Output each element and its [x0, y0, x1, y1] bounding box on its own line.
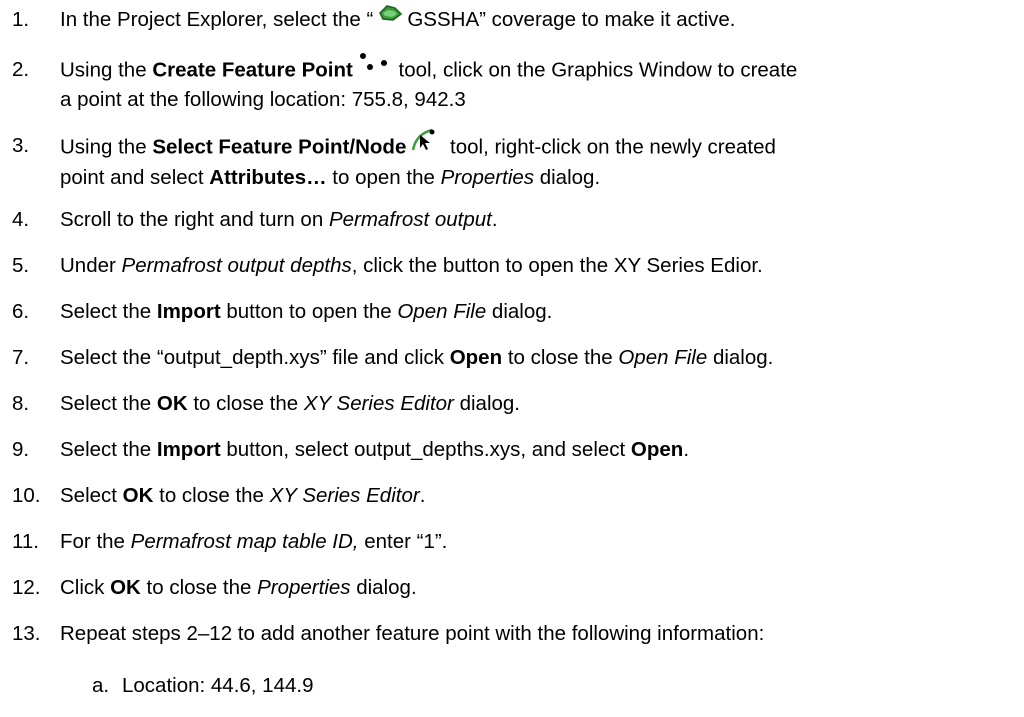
tool-name: Create Feature Point [152, 58, 353, 82]
create-feature-point-icon [357, 52, 389, 82]
step-text: to close the [502, 346, 619, 369]
step-number: 13. [12, 622, 41, 645]
button-name: OK [156, 392, 188, 415]
step-text: Select the [60, 438, 157, 461]
step-number: 2. [12, 58, 30, 81]
step-number: 7. [12, 346, 30, 369]
step-text: button to open the [220, 300, 398, 323]
step-text: enter “1”. [358, 530, 448, 553]
step-number: 6. [12, 300, 30, 323]
step-number: 3. [12, 134, 30, 157]
select-feature-point-icon [410, 128, 440, 160]
button-name: OK [110, 576, 141, 599]
step-text-post: tool, click on the Graphics Window to cr… [392, 58, 798, 82]
step-text: to close the [187, 392, 304, 415]
step-text: Select the “output_depth.xys” file and c… [60, 346, 450, 369]
step-text: . [683, 438, 690, 461]
option-name: Permafrost output [328, 208, 492, 231]
step-text: dialog. [486, 300, 553, 323]
step-text: dialog. [707, 346, 774, 369]
step-text: Select [60, 484, 123, 507]
field-name: Permafrost map table ID, [130, 530, 359, 553]
step-number: 11. [12, 530, 39, 553]
button-name: Open [630, 438, 684, 461]
step-text: button, select output_depths.xys, and se… [220, 438, 631, 461]
step-number: 10. [12, 484, 41, 507]
step-number: 5. [12, 254, 30, 277]
step-text: point and select [60, 166, 210, 189]
step-text: . [419, 484, 426, 507]
step-text: Click [60, 576, 111, 599]
step-text-post: tool, right-click on the newly created [444, 135, 776, 159]
step-text: Select the [60, 300, 157, 323]
step-number: 4. [12, 208, 30, 231]
step-text: dialog. [534, 166, 601, 189]
button-name: Open [449, 346, 503, 369]
step-text: Under [60, 254, 122, 277]
step-text: dialog. [453, 392, 520, 415]
step-text: Using the [60, 58, 153, 82]
dialog-name: Open File [397, 300, 487, 323]
button-name: Import [156, 438, 221, 461]
step-text: Select the [60, 392, 157, 415]
substep-text: Location: 44.6, 144.9 [122, 674, 314, 697]
step-text: Repeat steps 2–12 to add another feature… [60, 622, 765, 645]
dialog-name: Open File [618, 346, 708, 369]
gssha-coverage-icon [377, 3, 403, 31]
option-name: Permafrost output depths [121, 254, 352, 277]
step-text: to close the [153, 484, 270, 507]
menu-item-name: Attributes… [209, 166, 327, 189]
step-text: dialog. [350, 576, 417, 599]
dialog-name: XY Series Editor [303, 392, 454, 415]
step-text: to close the [140, 576, 258, 599]
step-number: 12. [12, 576, 41, 599]
tool-name: Select Feature Point/Node [152, 135, 407, 159]
button-name: OK [122, 484, 154, 507]
dialog-name: Properties [440, 166, 535, 189]
button-name: Import [156, 300, 221, 323]
dialog-name: XY Series Editor [269, 484, 420, 507]
step-number: 1. [12, 8, 30, 31]
step-text: For the [60, 530, 131, 553]
step-text: to open the [326, 166, 441, 189]
step-number: 8. [12, 392, 30, 415]
substep-letter: a. [92, 674, 110, 697]
step-text-line2: a point at the following location: 755.8… [60, 88, 466, 111]
step-text: Using the [60, 135, 153, 159]
step-text: In the Project Explorer, select the “ [60, 8, 374, 31]
step-text: . [491, 208, 498, 231]
dialog-name: Properties [257, 576, 351, 599]
substep-a: a. Location: 44.6, 144.9 [92, 672, 314, 700]
step-text-post: GSSHA” coverage to make it active. [407, 8, 736, 31]
step-number: 9. [12, 438, 30, 461]
step-text: Scroll to the right and turn on [60, 208, 329, 231]
step-text: , click the button to open the XY Series… [351, 254, 763, 277]
